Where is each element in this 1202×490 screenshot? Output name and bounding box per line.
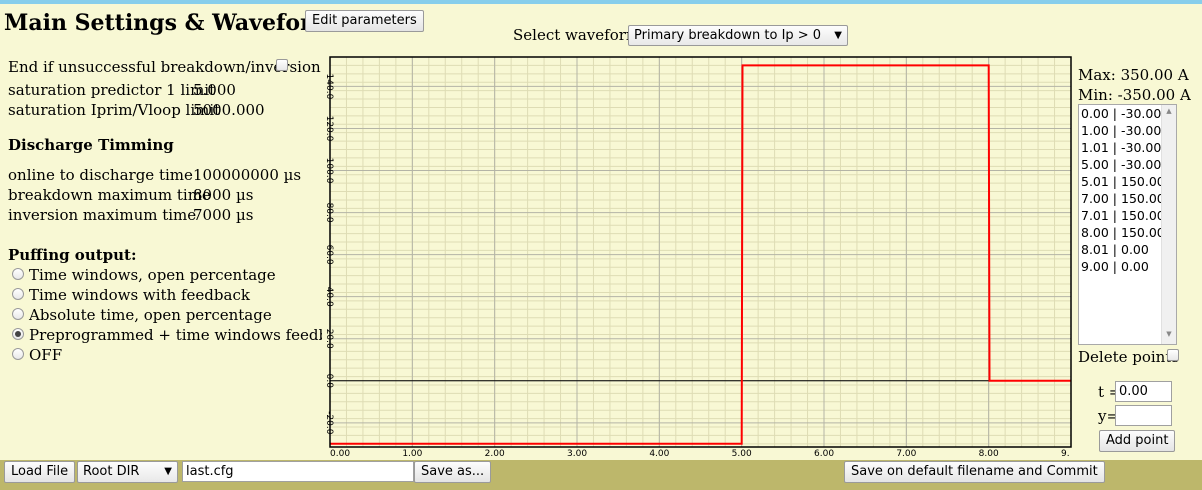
t-input[interactable]: 0.00 [1115,381,1172,402]
puffing-option-label: Preprogrammed + time windows feedback [29,326,355,344]
waveform-select[interactable]: Primary breakdown to Ip > 0 ▼ [628,25,848,46]
x-tick-label: 2.00 [485,449,505,458]
x-tick-label: 8.00 [979,449,999,458]
y-tick-label: 100.0 [324,158,334,184]
y-tick-label: 60.0 [324,245,334,265]
chevron-down-icon: ▼ [164,466,172,477]
waveform-select-value: Primary breakdown to Ip > 0 [634,28,822,43]
root-dir-select[interactable]: Root DIR ▼ [77,461,178,483]
x-tick-label: 4.00 [649,449,669,458]
save-as-button[interactable]: Save as... [414,461,492,483]
puffing-option-label: Time windows with feedback [29,286,250,304]
points-listbox[interactable]: 0.00 | -30.00 1.00 | -30.00 1.01 | -30.00 5… [1078,104,1177,345]
y-tick-label: 120.0 [324,116,334,142]
timing-label: inversion maximum time [8,206,197,224]
x-tick-label: 5.00 [732,449,752,458]
puffing-radio[interactable] [12,288,24,300]
x-tick-label: 0.00 [330,449,350,458]
y-input[interactable] [1115,405,1172,426]
setting-label: saturation Iprim/Vloop limit [8,101,221,119]
end-if-unsuccessful-label: End if unsuccessful breakdown/inversion [8,58,321,76]
timing-label: breakdown maximum time [8,186,211,204]
delete-points-checkbox[interactable] [1167,349,1179,361]
timing-label: online to discharge time [8,166,193,184]
scroll-up-icon[interactable]: ▲ [1162,107,1176,119]
timing-value: 8000 µs [193,186,254,204]
puffing-radio-selected[interactable] [12,328,24,340]
range-max-label: Max: 350.00 A [1078,66,1189,84]
puffing-output-heading: Puffing output: [8,246,137,264]
scroll-down-icon[interactable]: ▼ [1162,330,1176,342]
puffing-option-label: Absolute time, open percentage [29,306,272,324]
y-tick-label: 20.0 [324,329,334,349]
x-tick-label: 9. [1061,449,1070,458]
y-tick-label: 140.0 [324,74,334,100]
range-min-label: Min: -350.00 A [1078,86,1191,104]
x-tick-label: 3.00 [567,449,587,458]
puffing-radio[interactable] [12,348,24,360]
save-commit-button[interactable]: Save on default filename and Commit [844,461,1105,483]
timing-value: 7000 µs [193,206,254,224]
load-file-button[interactable]: Load File [4,461,76,483]
y-tick-label: 80.0 [324,203,334,223]
y-tick-label: 40.0 [324,287,334,307]
filename-input[interactable]: last.cfg [182,461,414,482]
page-title: Main Settings & Waveforms [4,10,348,36]
root-dir-value: Root DIR [83,464,140,479]
waveform-chart[interactable]: 0.00 1.00 2.00 3.00 4.00 5.00 6.00 7.00 8.00 9. -2… [322,56,1074,458]
chevron-down-icon: ▼ [834,30,842,41]
y-tick-label: -20.0 [324,411,334,435]
puffing-radio[interactable] [12,268,24,280]
top-accent-line [0,0,1202,4]
x-tick-label: 7.00 [896,449,916,458]
edit-parameters-button[interactable]: Edit parameters [305,10,424,32]
points-scrollbar[interactable]: ▲ ▼ [1161,105,1176,344]
puffing-option-label: Time windows, open percentage [29,266,276,284]
timing-value: 100000000 µs [193,166,302,184]
waveform-select-label: Select waveform: [513,26,646,44]
add-point-button[interactable]: Add point [1099,430,1176,452]
end-if-unsuccessful-checkbox[interactable] [276,59,288,71]
x-tick-label: 6.00 [814,449,834,458]
delete-points-label: Delete points [1078,348,1180,366]
puffing-radio[interactable] [12,308,24,320]
discharge-timing-heading: Discharge Timming [8,136,174,154]
x-tick-label: 1.00 [402,449,422,458]
y-tick-label: 0.0 [324,374,334,389]
setting-value: 5000.000 [193,101,265,119]
puffing-option-label: OFF [29,346,63,364]
setting-label: saturation predictor 1 limit [8,81,216,99]
setting-value: 5.000 [193,81,236,99]
